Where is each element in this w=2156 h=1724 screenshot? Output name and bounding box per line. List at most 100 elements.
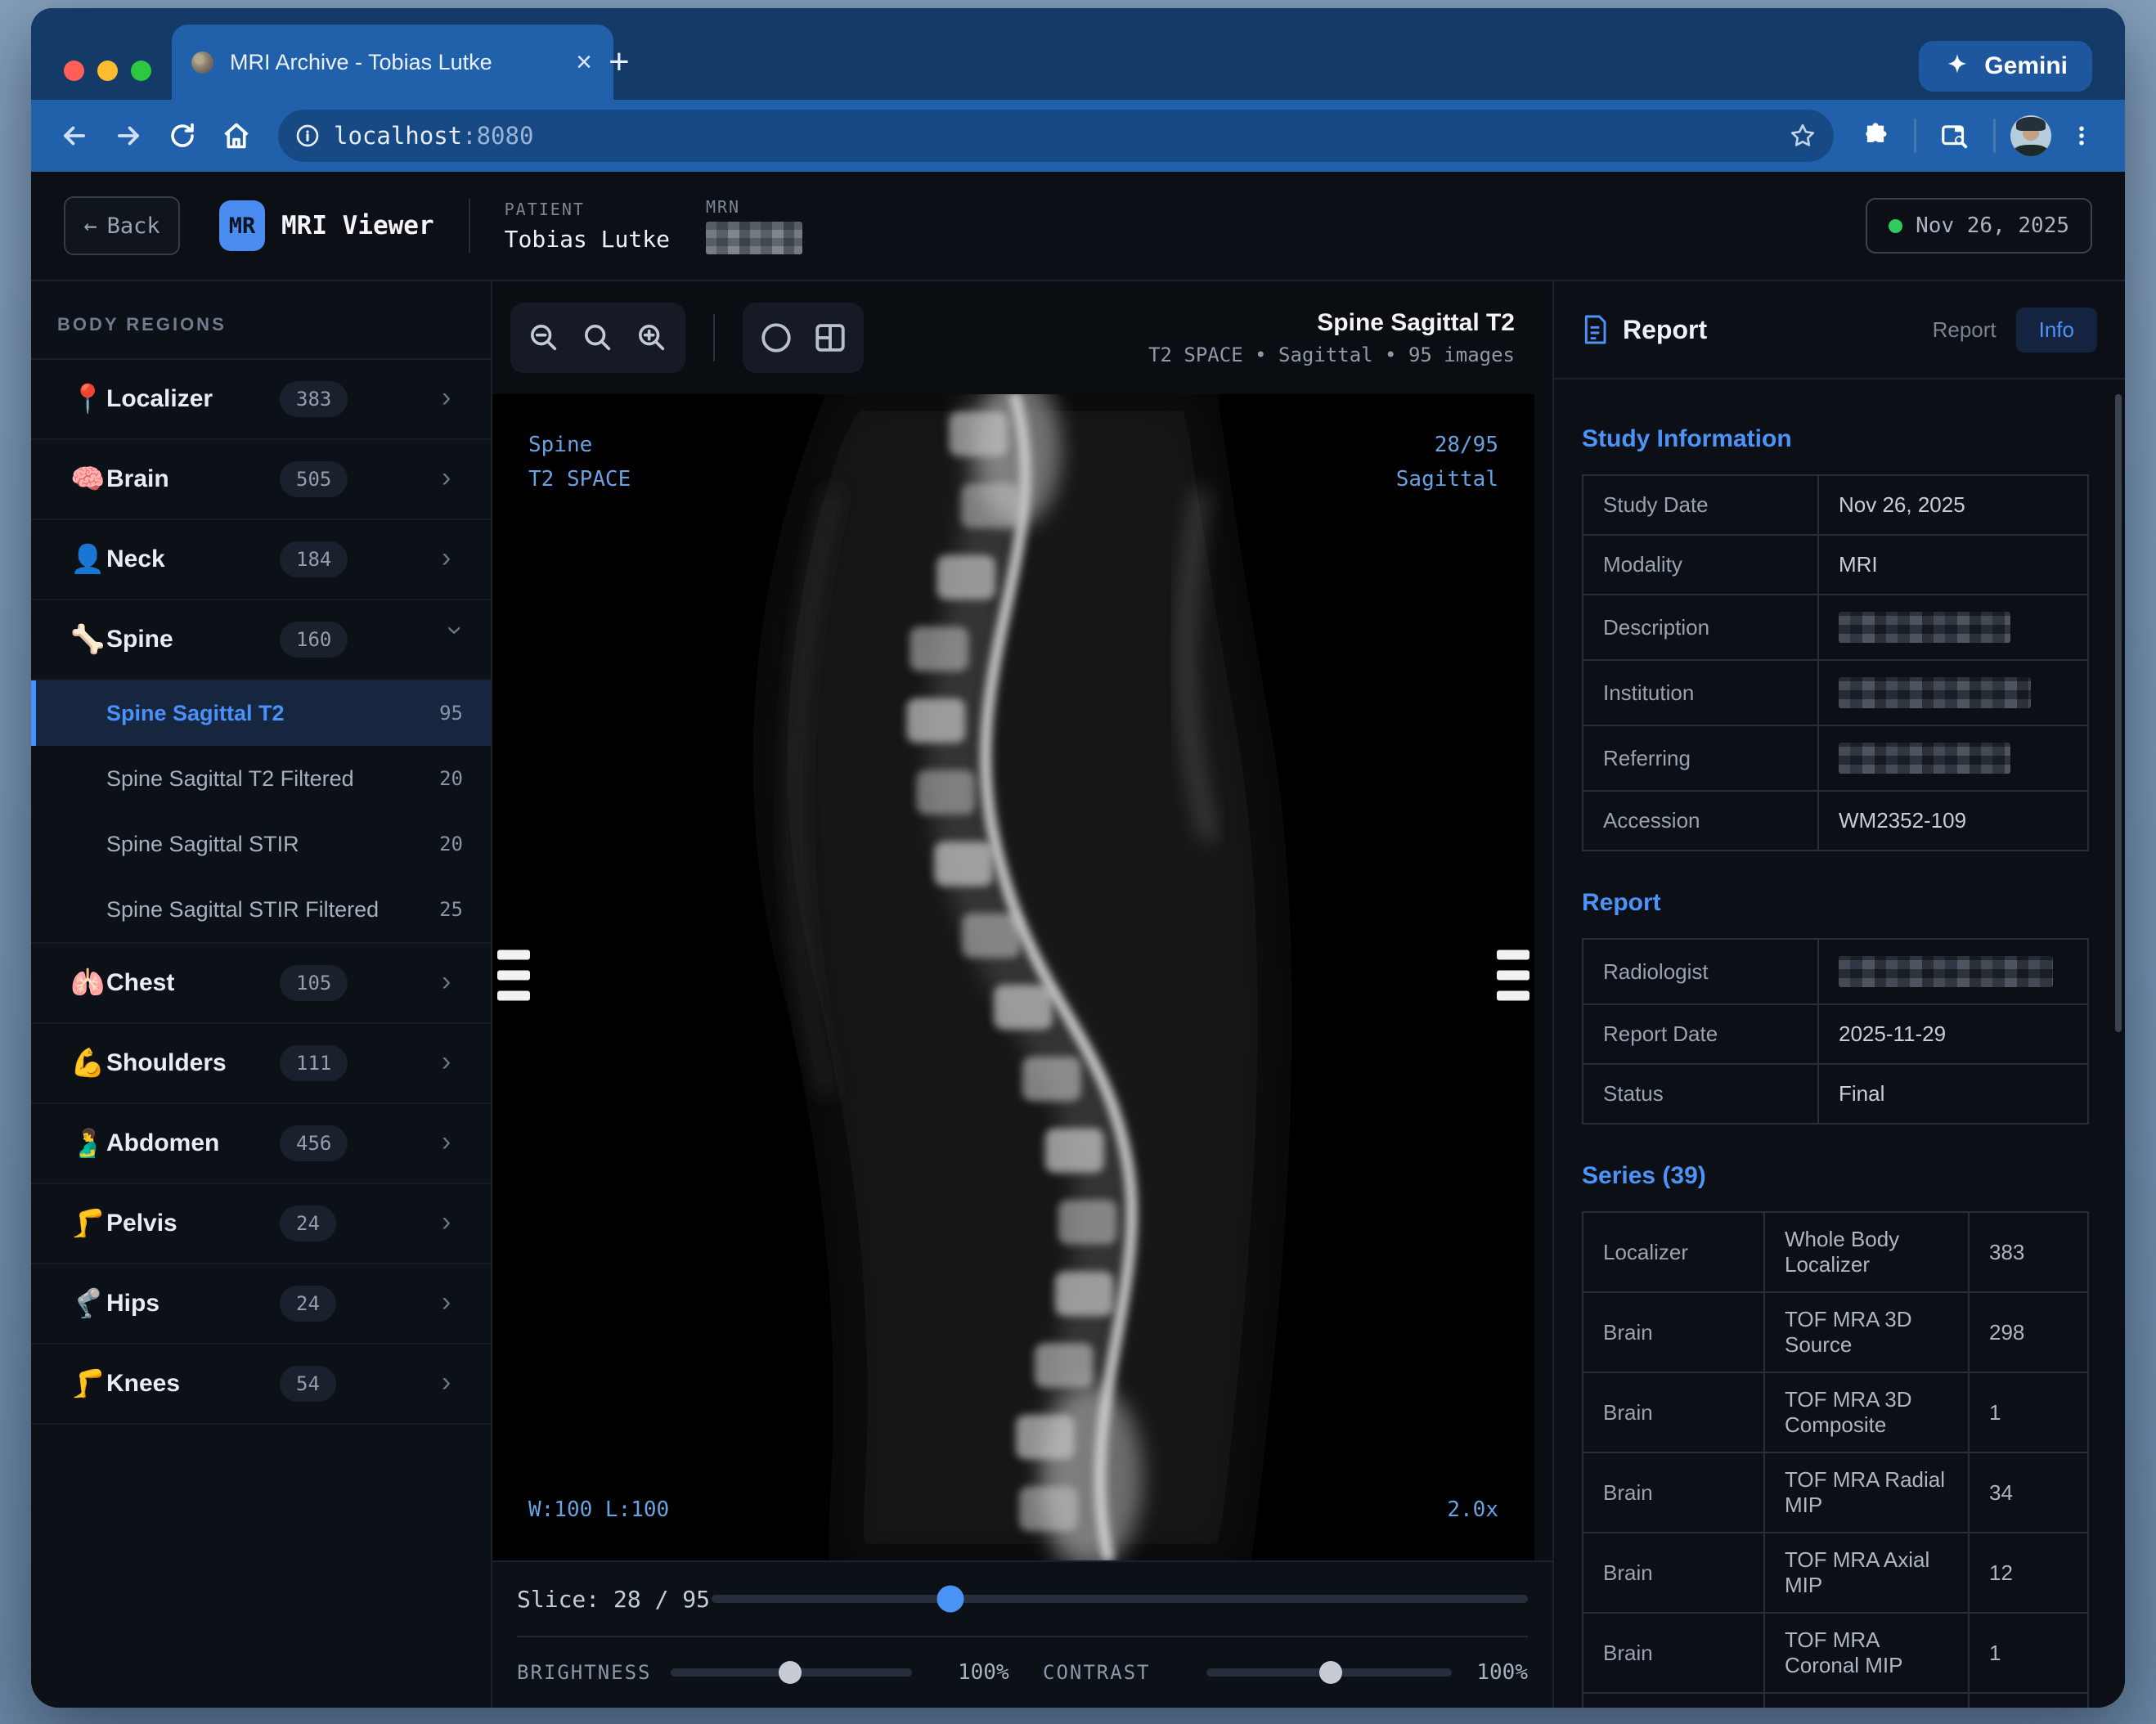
browser-toolbar: localhost:8080 — [31, 100, 2125, 172]
sidebar-item-spine[interactable]: 🦴Spine160› — [31, 600, 491, 680]
bookmark-star-icon[interactable] — [1788, 121, 1817, 150]
row-label: Accession — [1583, 791, 1818, 851]
right-drag-handle[interactable] — [1497, 950, 1529, 1001]
sidebar-item-brain[interactable]: 🧠Brain505› — [31, 440, 491, 520]
panel-scrollbar[interactable] — [2115, 394, 2122, 1032]
minimize-window-button[interactable] — [97, 61, 118, 81]
study-information-table: Study DateNov 26, 2025ModalityMRIDescrip… — [1582, 474, 2089, 851]
study-information-heading: Study Information — [1582, 425, 2089, 453]
sidebar-subitem-spine-sagittal-stir[interactable]: Spine Sagittal STIR20 — [31, 811, 491, 877]
subitem-label: Spine Sagittal T2 — [106, 701, 285, 726]
slice-slider[interactable] — [712, 1595, 1528, 1603]
toolbar-divider — [713, 314, 715, 361]
series-count: 34 — [1969, 1452, 2088, 1533]
panel-scroll-area[interactable]: Study Information Study DateNov 26, 2025… — [1554, 379, 2125, 1708]
row-value: Nov 26, 2025 — [1818, 475, 2088, 535]
layout-split-button[interactable] — [803, 311, 857, 365]
series-row[interactable]: BrainTOF MRA Sagittal MIP1 — [1583, 1693, 2088, 1708]
row-label: Description — [1583, 595, 1818, 660]
tab-report[interactable]: Report — [1918, 308, 2011, 352]
count-badge: 160 — [280, 622, 348, 658]
gemini-button[interactable]: Gemini — [1919, 41, 2092, 92]
overlay-region: Spine — [528, 429, 631, 463]
spine-icon: 🦴 — [70, 623, 106, 656]
row-value: WM2352-109 — [1818, 791, 2088, 851]
subitem-count: 20 — [439, 833, 463, 855]
series-region: Brain — [1583, 1452, 1764, 1533]
sidebar-subitem-spine-sagittal-stir-filtered[interactable]: Spine Sagittal STIR Filtered25 — [31, 877, 491, 942]
series-name: TOF MRA Coronal MIP — [1764, 1613, 1969, 1693]
contrast-slider[interactable] — [1206, 1668, 1452, 1677]
series-row[interactable]: LocalizerWhole Body Localizer383 — [1583, 1212, 2088, 1292]
header-divider — [469, 199, 470, 253]
contrast-slider-thumb[interactable] — [1319, 1661, 1342, 1684]
mri-image — [492, 394, 1534, 1560]
sidebar-item-hips[interactable]: 🦿Hips24› — [31, 1264, 491, 1345]
neck-icon: 👤 — [70, 543, 106, 576]
count-badge: 54 — [280, 1366, 336, 1402]
back-icon[interactable] — [51, 112, 98, 159]
subitem-label: Spine Sagittal T2 Filtered — [106, 766, 354, 792]
series-row[interactable]: BrainTOF MRA 3D Composite1 — [1583, 1372, 2088, 1452]
profile-avatar[interactable] — [2010, 115, 2051, 156]
browser-menu-icon[interactable] — [2058, 112, 2105, 159]
extensions-icon[interactable] — [1852, 112, 1899, 159]
browser-tab[interactable]: MRI Archive - Tobias Lutke × — [172, 25, 613, 100]
sidebar-subitem-spine-sagittal-t2[interactable]: Spine Sagittal T295 — [31, 680, 491, 746]
tab-close-icon[interactable]: × — [574, 48, 594, 76]
brightness-slider-thumb[interactable] — [779, 1661, 802, 1684]
mrn-block: MRN — [706, 197, 802, 254]
left-drag-handle[interactable] — [497, 950, 530, 1001]
sidebar-item-pelvis[interactable]: 🦵Pelvis24› — [31, 1184, 491, 1264]
slice-slider-thumb[interactable] — [937, 1586, 964, 1613]
brightness-slider[interactable] — [671, 1668, 912, 1677]
close-window-button[interactable] — [64, 61, 84, 81]
forward-icon[interactable] — [105, 112, 152, 159]
table-row: Referring — [1583, 725, 2088, 791]
sidebar-item-label: Spine — [106, 626, 280, 653]
tab-search-icon[interactable] — [1931, 112, 1979, 159]
back-button[interactable]: ← Back — [64, 196, 180, 255]
sidebar-item-neck[interactable]: 👤Neck184› — [31, 520, 491, 600]
row-value — [1818, 725, 2088, 791]
zoom-window-button[interactable] — [131, 61, 151, 81]
count-badge: 111 — [280, 1045, 348, 1081]
series-row[interactable]: BrainTOF MRA Radial MIP34 — [1583, 1452, 2088, 1533]
overlay-top-right: 28/95 Sagittal — [1396, 429, 1498, 496]
zoom-reset-button[interactable] — [571, 311, 625, 365]
table-row: Radiologist — [1583, 939, 2088, 1004]
new-tab-button[interactable]: + — [609, 44, 630, 80]
mri-image-viewport[interactable]: Spine T2 SPACE 28/95 Sagittal W:100 L:10… — [492, 394, 1534, 1560]
tab-info[interactable]: Info — [2016, 308, 2097, 352]
series-name: TOF MRA Sagittal MIP — [1764, 1693, 1969, 1708]
zoom-tool-group — [510, 303, 685, 373]
series-region: Localizer — [1583, 1212, 1764, 1292]
sidebar-item-abdomen[interactable]: 🫃Abdomen456› — [31, 1104, 491, 1184]
sidebar-item-shoulders[interactable]: 💪Shoulders111› — [31, 1024, 491, 1104]
series-row[interactable]: BrainTOF MRA 3D Source298 — [1583, 1292, 2088, 1372]
zoom-out-button[interactable] — [517, 311, 571, 365]
abdomen-icon: 🫃 — [70, 1127, 106, 1160]
sidebar-subitem-spine-sagittal-t2-filtered[interactable]: Spine Sagittal T2 Filtered20 — [31, 746, 491, 811]
sidebar-item-localizer[interactable]: 📍Localizer383› — [31, 360, 491, 440]
reload-icon[interactable] — [159, 112, 206, 159]
site-info-icon[interactable] — [294, 123, 321, 149]
series-row[interactable]: BrainTOF MRA Axial MIP12 — [1583, 1533, 2088, 1613]
study-date-text: Nov 26, 2025 — [1916, 213, 2069, 238]
localizer-icon: 📍 — [70, 383, 106, 415]
patient-label: PATIENT — [505, 200, 670, 219]
sidebar-item-chest[interactable]: 🫁Chest105› — [31, 944, 491, 1024]
home-icon[interactable] — [213, 112, 260, 159]
row-label: Institution — [1583, 660, 1818, 725]
row-label: Radiologist — [1583, 939, 1818, 1004]
tab-favicon-icon — [191, 52, 213, 74]
ellipse-tool-button[interactable] — [749, 311, 803, 365]
series-row[interactable]: BrainTOF MRA Coronal MIP1 — [1583, 1613, 2088, 1693]
count-badge: 184 — [280, 541, 348, 577]
chevron-right-icon: › — [442, 384, 469, 411]
series-heading: Series (39) — [1582, 1162, 2089, 1190]
browser-window: MRI Archive - Tobias Lutke × + Gemini lo… — [31, 8, 2125, 1708]
sidebar-item-knees[interactable]: 🦵Knees54› — [31, 1345, 491, 1425]
zoom-in-button[interactable] — [625, 311, 679, 365]
url-bar[interactable]: localhost:8080 — [278, 110, 1834, 162]
